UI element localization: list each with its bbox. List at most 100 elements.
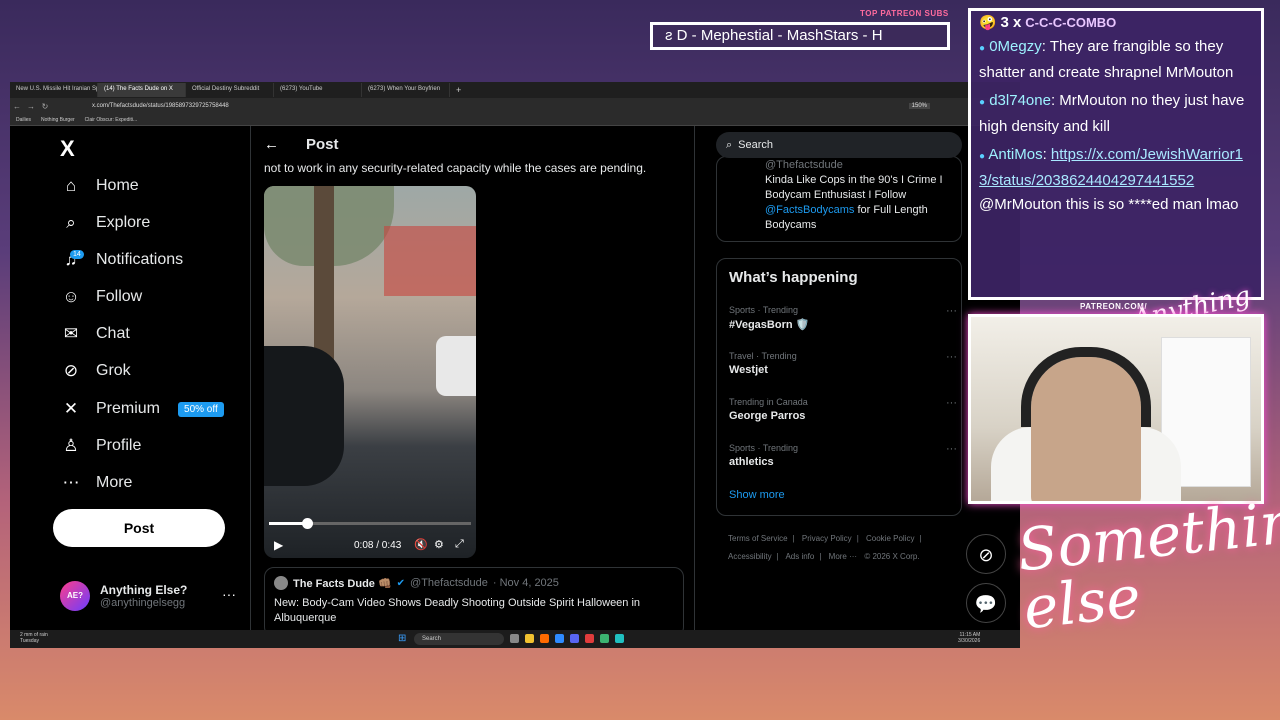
quote-date: · Nov 4, 2025 <box>492 577 559 589</box>
trend-item[interactable]: Travel · Trending Westjet <box>729 351 797 376</box>
chrome-icon[interactable] <box>585 634 594 643</box>
account-handle: @anythingelsegg <box>100 597 186 609</box>
search-icon: ⌕ <box>726 138 733 151</box>
tab-bar: New U.S. Missile Hit Iranian Sp (14) The… <box>10 82 1020 98</box>
sidebar-item-label: Follow <box>96 288 143 305</box>
bio-text-main: Kinda Like Cops in the 90's I Crime I Bo… <box>765 174 943 201</box>
sidebar-item-grok[interactable]: ⊘ Grok <box>60 356 131 386</box>
bookmark-item[interactable]: Nothing Burger <box>41 117 75 123</box>
trend-item[interactable]: Trending in Canada George Parros <box>729 397 808 422</box>
trend-name: George Parros <box>729 410 806 422</box>
address-bar-row: ← → ↻ x.com/Thefactsdude/status/19858973… <box>10 98 1020 114</box>
sidebar-item-follow[interactable]: ☺ Follow <box>60 282 142 312</box>
video-player[interactable]: ▶ 0:08 / 0:43 🔇 ⚙ ⤢ <box>264 186 476 558</box>
chat-fab-icon[interactable]: 💬 <box>966 583 1006 623</box>
avatar: AE? <box>60 581 90 611</box>
settings-gear-icon[interactable]: ⚙ <box>434 538 444 551</box>
video-time: 0:08 / 0:43 <box>354 540 402 551</box>
discord-icon[interactable] <box>570 634 579 643</box>
top-patreon-subs-title: TOP PATREON SUBS <box>860 9 949 18</box>
play-icon[interactable]: ▶ <box>274 538 283 552</box>
emote-icon: 🤪 <box>979 14 997 30</box>
sidebar-item-profile[interactable]: ♙ Profile <box>60 431 141 461</box>
windows-start-icon[interactable]: ⊞ <box>398 633 406 644</box>
footer-link[interactable]: Terms of Service <box>728 534 788 543</box>
bookmark-item[interactable]: Clair Obscur: Expediti... <box>85 117 138 123</box>
bio-link[interactable]: @FactsBodycams <box>765 204 854 216</box>
account-switcher[interactable]: AE? Anything Else? @anythingelsegg <box>60 581 187 611</box>
patreon-ticker: ƨ D - Mephestial - MashStars - H <box>650 22 950 50</box>
something-else-signature: Something else <box>1014 483 1280 643</box>
sidebar-item-explore[interactable]: ⌕ Explore <box>60 208 150 238</box>
footer-link[interactable]: Ads info <box>785 552 814 561</box>
zoom-level[interactable]: 150% <box>908 103 930 109</box>
sidebar-item-premium[interactable]: ✕ Premium 50% off <box>60 394 224 424</box>
app-icon[interactable] <box>600 634 609 643</box>
quoted-post[interactable]: The Facts Dude 👊🏽 ✔ @Thefactsdude · Nov … <box>264 567 684 637</box>
video-progress-bar[interactable] <box>269 518 471 529</box>
task-view-icon[interactable] <box>510 634 519 643</box>
fullscreen-icon[interactable]: ⤢ <box>455 538 464 551</box>
reload-icon[interactable]: ↻ <box>38 102 52 111</box>
trend-more-icon[interactable]: ··· <box>946 351 957 363</box>
browser-tab[interactable]: (6273) YouTube <box>274 83 362 97</box>
sidebar-item-label: Chat <box>96 325 130 342</box>
mail-icon: ✉ <box>63 324 79 343</box>
chat-username: d3l74one <box>989 92 1051 109</box>
sidebar-item-notifications[interactable]: ♫ 14 Notifications <box>60 245 183 275</box>
video-frame-car <box>436 336 476 396</box>
footer-link[interactable]: Privacy Policy <box>802 534 852 543</box>
premium-discount-badge: 50% off <box>178 401 224 417</box>
app-icon[interactable] <box>615 634 624 643</box>
firefox-icon[interactable] <box>540 634 549 643</box>
taskbar-clock[interactable]: 11:15 AM 3/30/2026 <box>958 632 980 644</box>
right-sidebar: @Thefactsdude Kinda Like Cops in the 90'… <box>716 126 966 632</box>
new-tab-icon[interactable]: + <box>456 85 461 95</box>
footer-link[interactable]: More ··· <box>829 552 857 561</box>
back-arrow-icon[interactable]: ← <box>264 136 279 153</box>
browser-tab[interactable]: (6273) When Your Boyfrien <box>362 83 450 97</box>
emote-combo: 🤪 3 x C-C-C-COMBO <box>979 14 1253 31</box>
trend-name: athletics <box>729 456 774 468</box>
url-field[interactable]: x.com/Thefactsdude/status/19858973297257… <box>92 103 229 109</box>
browser-tab[interactable]: Official Destiny Subreddit <box>186 83 274 97</box>
file-explorer-icon[interactable] <box>525 634 534 643</box>
grok-icon: ⊘ <box>63 361 79 380</box>
trend-item[interactable]: Sports · Trending #VegasBorn 🛡️ <box>729 305 809 331</box>
trend-meta: Sports · Trending <box>729 305 799 315</box>
headphones-icon <box>1021 347 1151 427</box>
clock-date: 3/30/2026 <box>958 638 981 644</box>
sidebar-item-more[interactable]: ⋯ More <box>60 468 133 498</box>
post-button[interactable]: Post <box>53 509 225 547</box>
grok-fab-icon[interactable]: ⊘ <box>966 534 1006 574</box>
sidebar-item-home[interactable]: ⌂ Home <box>60 171 139 201</box>
footer-divider: | <box>856 534 859 543</box>
account-more-icon[interactable]: ··· <box>222 586 236 602</box>
footer-link[interactable]: Cookie Policy <box>866 534 914 543</box>
taskbar-search[interactable]: Search <box>414 633 504 645</box>
bookmark-item[interactable]: Dailies <box>16 117 31 123</box>
forward-icon[interactable]: → <box>24 102 38 111</box>
trend-more-icon[interactable]: ··· <box>946 443 957 455</box>
chat-platform-icon: ● <box>979 97 986 108</box>
trend-item[interactable]: Sports · Trending athletics <box>729 443 798 468</box>
trend-more-icon[interactable]: ··· <box>946 397 957 409</box>
sidebar-item-label: Notifications <box>96 251 184 268</box>
app-icon[interactable] <box>555 634 564 643</box>
video-scrubber-handle[interactable] <box>301 518 313 529</box>
back-icon[interactable]: ← <box>10 102 24 111</box>
weather-widget[interactable]: 2 mm of rain Tuesday <box>20 632 48 644</box>
more-circle-icon: ⋯ <box>62 473 80 492</box>
x-logo[interactable]: X <box>60 136 75 162</box>
show-more-link[interactable]: Show more <box>729 489 785 501</box>
trend-more-icon[interactable]: ··· <box>946 305 957 317</box>
footer-link[interactable]: Accessibility <box>728 552 772 561</box>
search-input[interactable]: ⌕ Search <box>716 132 962 158</box>
x-page: X ⌂ Home ⌕ Explore ♫ 14 Notifications ☺ F… <box>10 126 1020 637</box>
video-progress-fill <box>269 522 307 525</box>
browser-tab-active[interactable]: (14) The Facts Dude on X <box>98 83 186 97</box>
sidebar-item-chat[interactable]: ✉ Chat <box>60 319 130 349</box>
mute-icon[interactable]: 🔇 <box>414 538 428 551</box>
sidebar-item-label: Home <box>96 177 139 194</box>
browser-tab[interactable]: New U.S. Missile Hit Iranian Sp <box>10 83 98 97</box>
